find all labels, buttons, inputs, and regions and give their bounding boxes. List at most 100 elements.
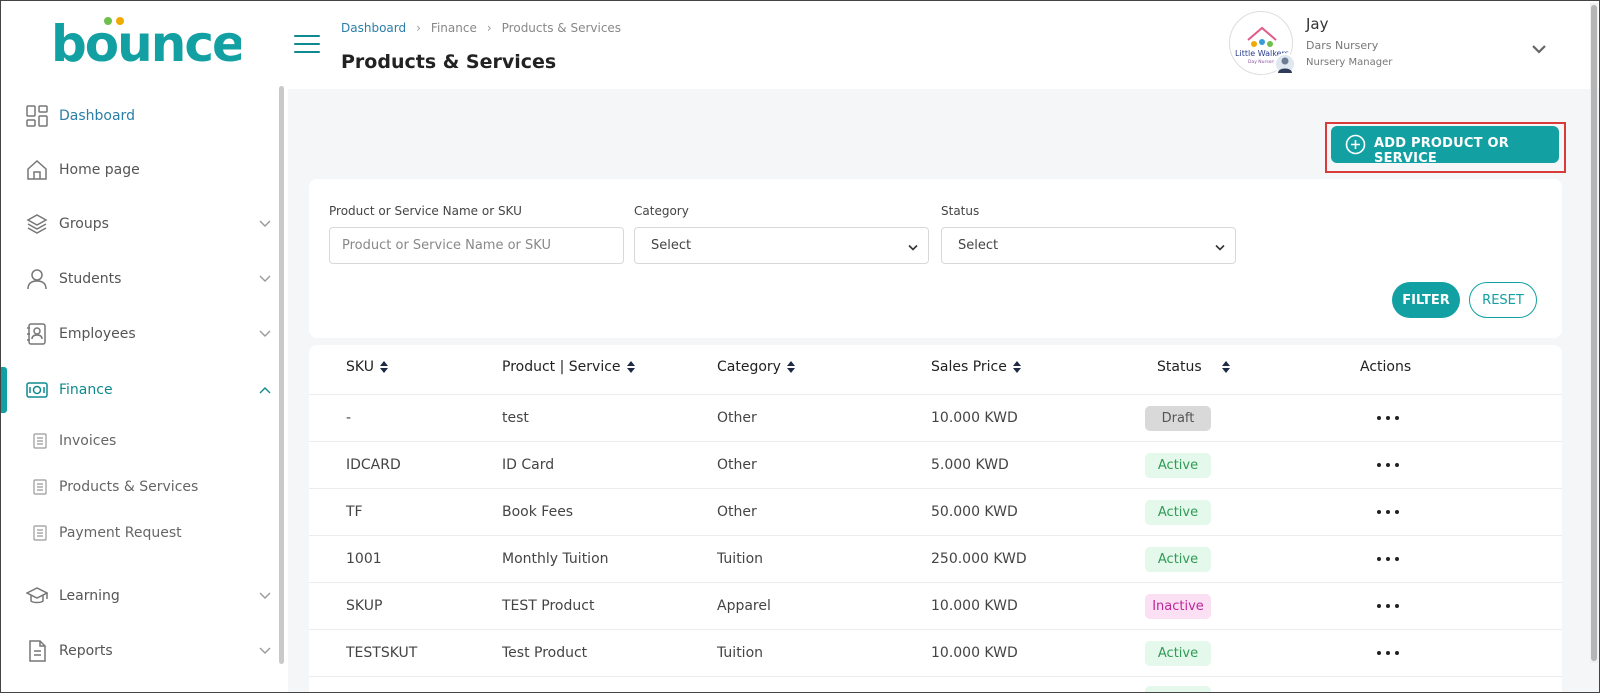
cell-name: TEST Product [502,598,595,614]
table-row[interactable]: TF Book Fees Other 50.000 KWD Active [309,488,1562,535]
more-actions-icon[interactable] [1377,644,1399,662]
column-label: Status [1157,359,1202,375]
cell-price: 5.000 KWD [931,457,1009,473]
sort-icon[interactable] [626,361,635,373]
sidebar-item-home-page[interactable]: Home page [1,150,288,190]
cell-name: Book Fees [502,504,574,520]
more-actions-icon[interactable] [1377,550,1399,568]
sidebar-subitem-label: Invoices [59,433,117,449]
sort-icon[interactable] [1012,361,1021,373]
user-photo [1274,53,1296,75]
cell-category: Tuition [717,645,764,661]
status-badge: Active [1145,500,1211,525]
page-scrollbar[interactable] [1591,5,1597,661]
category-select[interactable]: Select [634,227,929,264]
status-badge-partial [1145,686,1211,692]
sidebar-item-finance[interactable]: Finance [1,370,288,410]
category-select-value: Select [651,238,692,253]
layers-icon [25,212,49,236]
chevron-down-icon [259,328,271,340]
bounce-logo[interactable]: bounce [51,15,246,73]
cell-sku: IDCARD [346,457,401,473]
filter-button[interactable]: FILTER [1392,282,1460,318]
breadcrumb: Dashboard › Finance › Products & Service… [341,21,621,35]
logo-wordmark: bounce [51,15,241,73]
column-header-sku[interactable]: SKU [346,359,388,375]
column-label: SKU [346,359,374,375]
status-select-value: Select [958,238,999,253]
table-row[interactable] [309,676,1562,692]
column-header-product-service[interactable]: Product | Service [502,359,635,375]
sidebar-item-dashboard[interactable]: Dashboard [1,96,288,136]
sidebar-item-reports[interactable]: Reports [1,631,288,671]
chevron-down-icon [259,218,271,230]
sidebar-item-employees[interactable]: Employees [1,314,288,354]
cell-category: Other [717,457,757,473]
sidebar-subitem-payment-request[interactable]: Payment Request [1,516,288,550]
breadcrumb-current: Products & Services [501,21,622,35]
more-actions-icon[interactable] [1377,503,1399,521]
category-filter-label: Category [634,204,689,218]
document-icon [33,479,47,495]
sort-icon[interactable] [379,361,388,373]
cell-name: Test Product [502,645,588,661]
sidebar-item-students[interactable]: Students [1,259,288,299]
money-icon [25,378,49,402]
cell-sku: TESTSKUT [346,645,418,661]
cell-price: 50.000 KWD [931,504,1018,520]
sidebar-item-groups[interactable]: Groups [1,204,288,244]
document-icon [33,525,47,541]
status-select[interactable]: Select [941,227,1236,264]
sidebar-item-label: Groups [59,216,109,232]
sidebar-item-label: Reports [59,643,113,659]
column-label: Sales Price [931,359,1007,375]
chevron-down-icon [1215,241,1225,251]
sort-icon[interactable] [786,361,795,373]
reset-button[interactable]: RESET [1469,282,1537,318]
sidebar-item-label: Employees [59,326,136,342]
add-product-or-service-button[interactable]: ADD PRODUCT OR SERVICE [1331,126,1559,166]
filter-panel: Product or Service Name or SKU Product o… [309,179,1562,338]
user-name: Jay [1306,15,1329,33]
table-row[interactable]: - test Other 10.000 KWD Draft [309,394,1562,441]
sidebar-item-label: Finance [59,382,113,398]
sidebar-scrollbar[interactable] [279,86,284,664]
sort-icon[interactable] [1221,361,1230,373]
column-header-category[interactable]: Category [717,359,795,375]
cell-price: 10.000 KWD [931,645,1018,661]
status-badge: Draft [1145,406,1211,431]
column-header-actions: Actions [1360,359,1411,375]
cell-name: test [502,410,529,426]
chevron-right-icon: › [416,21,421,35]
more-actions-icon[interactable] [1377,597,1399,615]
name-or-sku-input[interactable]: Product or Service Name or SKU [329,227,624,264]
cell-category: Apparel [717,598,771,614]
table-row[interactable]: SKUP TEST Product Apparel 10.000 KWD Ina… [309,582,1562,629]
breadcrumb-dashboard[interactable]: Dashboard [341,21,406,35]
sidebar-item-label: Home page [59,162,140,178]
sidebar-item-label: Students [59,271,122,287]
menu-toggle-icon[interactable] [294,35,320,53]
sidebar-item-learning[interactable]: Learning [1,576,288,616]
more-actions-icon[interactable] [1377,409,1399,427]
sidebar-item-label: Dashboard [59,108,135,124]
breadcrumb-finance[interactable]: Finance [431,21,477,35]
report-icon [25,639,49,663]
cell-name: Monthly Tuition [502,551,609,567]
cell-price: 10.000 KWD [931,410,1018,426]
table-row[interactable]: IDCARD ID Card Other 5.000 KWD Active [309,441,1562,488]
column-header-status[interactable]: Status [1157,359,1230,375]
user-role: Nursery Manager [1306,57,1393,68]
chevron-down-icon[interactable] [1531,41,1547,54]
chevron-down-icon [259,590,271,602]
table-row[interactable]: TESTSKUT Test Product Tuition 10.000 KWD… [309,629,1562,676]
cell-sku: 1001 [346,551,382,567]
cell-category: Other [717,504,757,520]
table-row[interactable]: 1001 Monthly Tuition Tuition 250.000 KWD… [309,535,1562,582]
sidebar-subitem-products-services[interactable]: Products & Services [1,470,288,504]
top-header: Dashboard › Finance › Products & Service… [288,1,1599,89]
column-header-sales-price[interactable]: Sales Price [931,359,1021,375]
more-actions-icon[interactable] [1377,456,1399,474]
status-badge: Inactive [1145,594,1211,619]
sidebar-subitem-invoices[interactable]: Invoices [1,424,288,458]
